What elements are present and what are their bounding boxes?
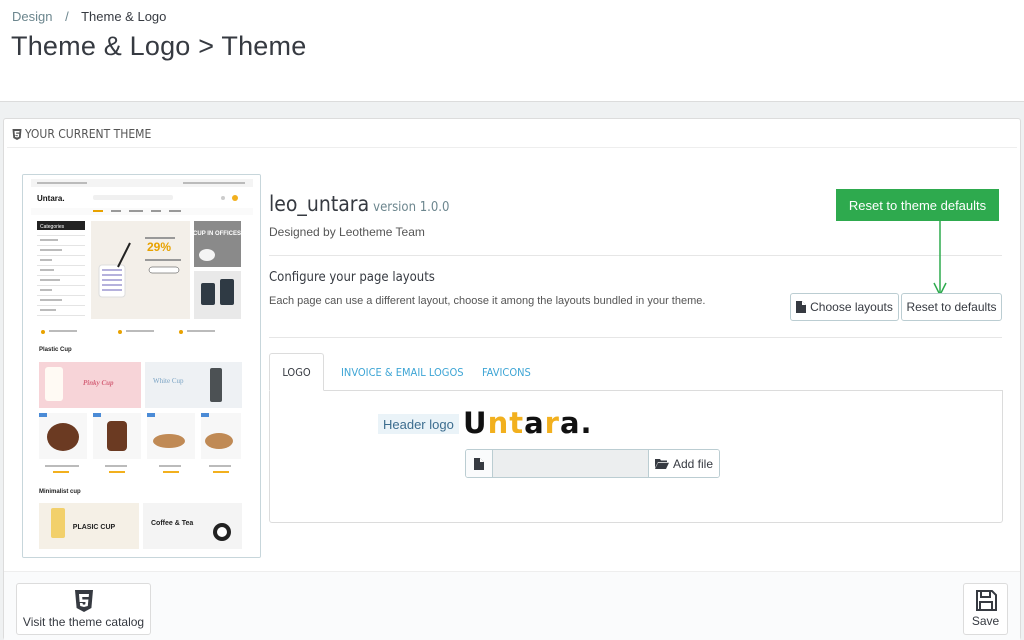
layouts-description: Each page can use a different layout, ch… [269,295,706,307]
svg-text:Untara.: Untara. [463,406,593,439]
html5-icon [74,589,93,612]
panel-divider [7,147,1017,148]
breadcrumb-current: Theme & Logo [81,9,167,24]
preview-hero-badge: 29% [147,240,171,254]
reset-callout: Reset to theme defaults [836,189,999,221]
file-icon [466,450,493,477]
breadcrumb: Design / Theme & Logo [12,9,166,24]
tab-logo[interactable]: LOGO [269,353,324,391]
panel-footer: Visit the theme catalog Save [4,571,1020,640]
preview-logo: Untara. [37,194,65,203]
add-file-button[interactable]: Add file [648,450,719,477]
save-button[interactable]: Save [963,583,1008,635]
choose-layouts-label: Choose layouts [810,300,893,314]
divider [269,255,1002,256]
theme-name: leo_untara version 1.0.0 [269,192,449,216]
header-logo-image: Untara. [463,405,593,440]
folder-open-icon [654,459,669,469]
visit-theme-catalog-button[interactable]: Visit the theme catalog [16,583,151,635]
callout-arrow-icon [933,221,947,297]
layouts-title: Configure your page layouts [269,270,435,285]
preview-sidebar-title: Categories [40,224,65,230]
breadcrumb-design[interactable]: Design [12,9,52,24]
preview-banner-plasic: PLASIC CUP [73,524,116,531]
theme-version: version 1.0.0 [373,200,450,215]
panel-heading-text: YOUR CURRENT THEME [25,127,152,141]
reset-defaults-button[interactable]: Reset to defaults [901,293,1002,321]
preview-section-plastic: Plastic Cup [39,347,72,353]
theme-author: Designed by Leotheme Team [269,225,425,239]
panel-heading: YOUR CURRENT THEME [12,125,151,143]
tab-content-logo: Header logo Untara. Add file [269,390,1003,523]
page-header: Design / Theme & Logo Theme & Logo > The… [0,0,1024,102]
logo-file-input[interactable]: Add file [465,449,720,478]
save-icon [975,590,997,611]
reset-defaults-label: Reset to defaults [906,300,997,314]
divider [269,337,1002,338]
logo-tabs: LOGO INVOICE & EMAIL LOGOS FAVICONS Head… [269,353,1003,523]
preview-section-minimalist: Minimalist cup [39,489,81,495]
theme-name-text: leo_untara [269,192,370,216]
tab-invoice-email-logos[interactable]: INVOICE & EMAIL LOGOS [341,353,464,391]
html5-icon [12,128,22,140]
visit-theme-catalog-label: Visit the theme catalog [22,614,145,629]
header-logo-label: Header logo [378,414,459,434]
current-theme-panel: YOUR CURRENT THEME Untara. Categories 29… [3,118,1021,640]
file-name-field[interactable] [493,450,648,477]
page-title: Theme & Logo > Theme [11,31,307,61]
preview-banner-coffee: Coffee & Tea [151,520,193,527]
preview-hero-title: CUP IN OFFICES [193,231,241,237]
preview-banner-pinky: Pinky Cup [83,379,114,387]
breadcrumb-separator: / [65,9,69,24]
tab-favicons[interactable]: FAVICONS [482,353,531,391]
add-file-label: Add file [672,456,714,471]
theme-preview-image: Untara. Categories 29% CUP IN OFFICES Pl… [23,175,260,557]
choose-layouts-button[interactable]: Choose layouts [790,293,899,321]
preview-banner-white: White Cup [153,377,184,385]
save-label: Save [971,614,1000,628]
theme-preview: Untara. Categories 29% CUP IN OFFICES Pl… [22,174,261,558]
file-icon [796,301,807,313]
